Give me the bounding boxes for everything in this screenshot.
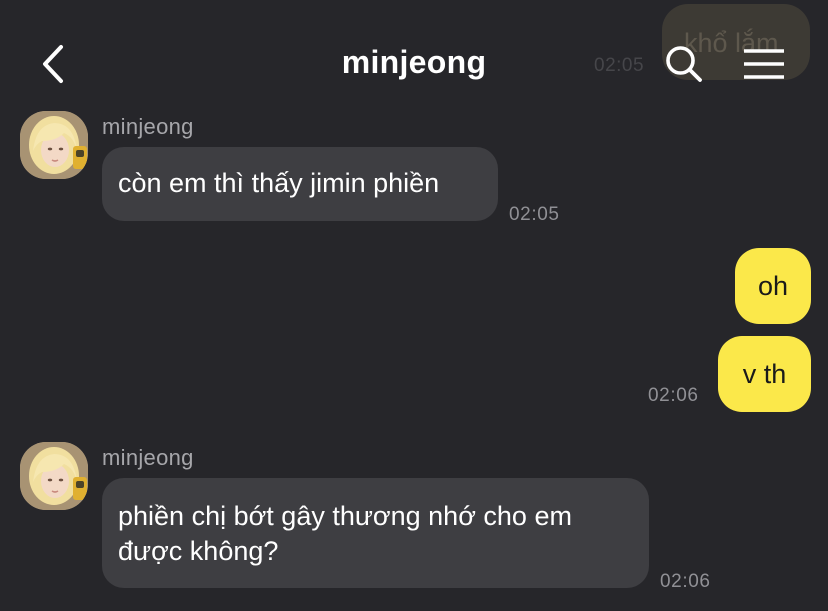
menu-button[interactable] xyxy=(740,44,788,84)
outgoing-message-bubble[interactable]: oh xyxy=(735,248,811,324)
message-time: 02:05 xyxy=(509,204,560,225)
avatar[interactable] xyxy=(20,442,88,510)
message-text: v th xyxy=(742,359,787,389)
search-button[interactable] xyxy=(660,41,708,87)
message-text-line: được không? xyxy=(118,536,279,566)
message-time: 02:06 xyxy=(660,571,711,592)
profile-photo xyxy=(20,111,88,179)
sender-name: minjeong xyxy=(102,114,194,139)
profile-photo xyxy=(20,442,88,510)
outgoing-message-bubble[interactable]: v th xyxy=(718,336,811,412)
incoming-message-bubble[interactable]: còn em thì thấy jimin phiền xyxy=(102,147,498,221)
message-time: 02:06 xyxy=(648,385,699,406)
chat-header: minjeong xyxy=(0,0,828,110)
sender-name: minjeong xyxy=(102,445,194,470)
message-text: oh xyxy=(757,271,789,301)
search-icon xyxy=(666,46,702,82)
avatar[interactable] xyxy=(20,111,88,179)
message-text-line: phiền chị bớt gây thương nhớ cho em xyxy=(118,501,572,531)
menu-icon xyxy=(744,49,784,79)
message-text: còn em thì thấy jimin phiền xyxy=(118,168,440,198)
incoming-message-bubble[interactable]: phiền chị bớt gây thương nhớ cho em được… xyxy=(102,478,649,588)
